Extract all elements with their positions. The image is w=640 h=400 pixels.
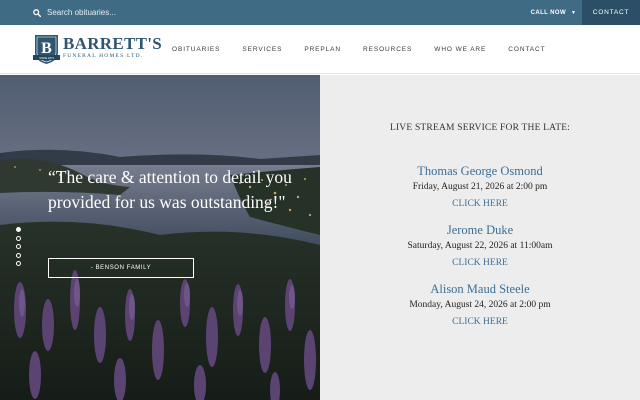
livestream-panel: LIVE STREAM SERVICE FOR THE LATE: Thomas… xyxy=(320,75,640,400)
crest-band-text: SINCE 1874 xyxy=(39,56,54,60)
hero-background-image xyxy=(0,75,320,400)
livestream-service: Jerome Duke Saturday, August 22, 2026 at… xyxy=(320,222,640,270)
nav-who-we-are[interactable]: WHO WE ARE xyxy=(434,46,486,53)
nav-obituaries[interactable]: OBITUARIES xyxy=(172,46,220,53)
hero-slider: “The care & attention to detail you prov… xyxy=(0,75,320,400)
service-name[interactable]: Jerome Duke xyxy=(320,222,640,238)
slider-dot-1[interactable] xyxy=(16,227,21,232)
livestream-heading: LIVE STREAM SERVICE FOR THE LATE: xyxy=(389,123,571,133)
nav-resources[interactable]: RESOURCES xyxy=(363,46,412,53)
livestream-service: Thomas George Osmond Friday, August 21, … xyxy=(320,163,640,211)
service-date: Friday, August 21, 2026 at 2:00 pm xyxy=(412,182,548,192)
call-now-label: CALL NOW xyxy=(530,9,567,16)
nav-services[interactable]: SERVICES xyxy=(242,46,282,53)
livestream-service: Alison Maud Steele Monday, August 24, 20… xyxy=(320,281,640,329)
nav-preplan[interactable]: PREPLAN xyxy=(304,46,341,53)
service-name[interactable]: Thomas George Osmond xyxy=(320,163,640,179)
main-nav: OBITUARIES SERVICES PREPLAN RESOURCES WH… xyxy=(172,25,568,74)
crest-letter: B xyxy=(41,40,52,57)
service-date: Saturday, August 22, 2026 at 11:00am xyxy=(407,241,553,251)
logo-name: BARRETT'S xyxy=(63,34,163,53)
slider-pagination xyxy=(16,227,22,270)
crest-logo-icon: B SINCE 1874 xyxy=(33,35,60,64)
service-click-here-link[interactable]: CLICK HERE xyxy=(452,257,508,269)
logo-subtitle: FUNERAL HOMES LTD. xyxy=(63,53,144,59)
caret-down-icon: ▼ xyxy=(571,9,577,16)
call-now-button[interactable]: CALL NOW ▼ xyxy=(525,0,582,25)
logo[interactable]: B SINCE 1874 BARRETT'S FUNERAL HOMES LTD… xyxy=(33,33,162,65)
service-click-here-link[interactable]: CLICK HERE xyxy=(452,316,508,328)
top-contact-button[interactable]: CONTACT xyxy=(582,0,640,25)
service-name[interactable]: Alison Maud Steele xyxy=(320,281,640,297)
site-header: B SINCE 1874 BARRETT'S FUNERAL HOMES LTD… xyxy=(0,25,640,74)
service-click-here-link[interactable]: CLICK HERE xyxy=(452,198,508,210)
testimonial-attribution-button[interactable]: - BENSON FAMILY xyxy=(48,258,194,278)
testimonial-quote: “The care & attention to detail you prov… xyxy=(48,167,292,212)
service-date: Monday, August 24, 2026 at 2:00 pm xyxy=(409,300,551,310)
top-contact-label: CONTACT xyxy=(592,9,630,16)
search-icon[interactable] xyxy=(33,8,41,17)
logo-text: BARRETT'S FUNERAL HOMES LTD. xyxy=(63,34,163,59)
search-box xyxy=(33,0,247,25)
slider-dot-4[interactable] xyxy=(16,252,21,258)
slider-dot-5[interactable] xyxy=(16,261,21,266)
testimonial-attribution: - BENSON FAMILY xyxy=(90,265,152,271)
top-bar: CALL NOW ▼ CONTACT xyxy=(0,0,640,25)
slider-dot-3[interactable] xyxy=(16,244,21,249)
slider-dot-2[interactable] xyxy=(16,235,21,241)
nav-contact[interactable]: CONTACT xyxy=(508,46,545,53)
search-input[interactable] xyxy=(47,0,247,25)
